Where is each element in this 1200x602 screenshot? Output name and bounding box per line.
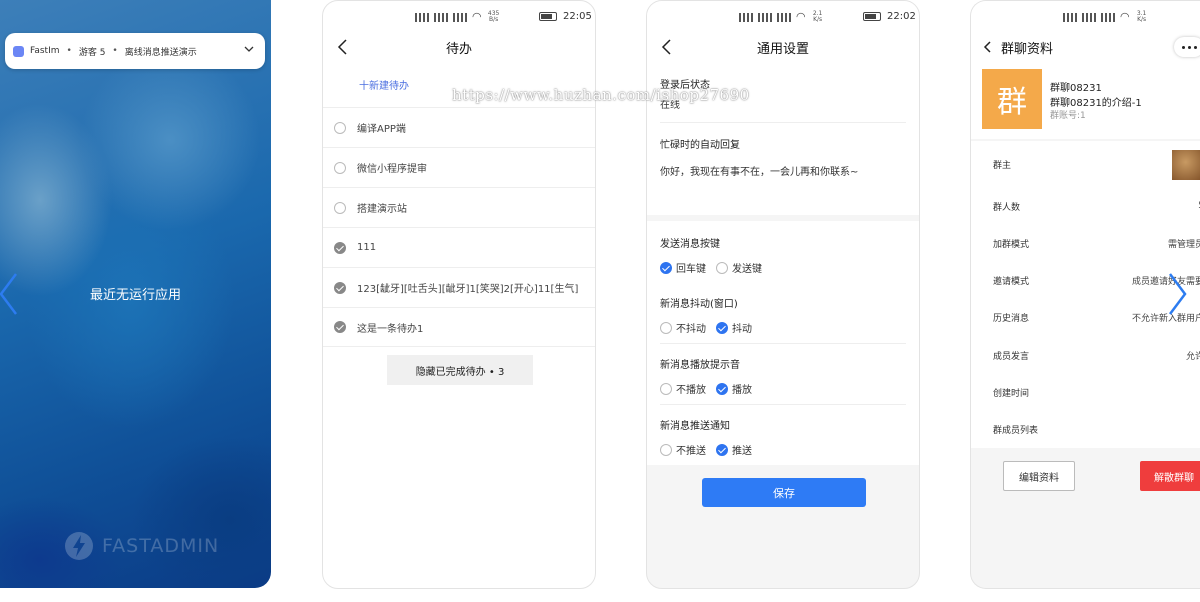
notification-message: 离线消息推送演示 bbox=[124, 47, 197, 58]
radio-unchecked-icon bbox=[660, 321, 672, 334]
radio-checked-icon bbox=[716, 443, 728, 456]
info-row-created-time[interactable]: 创建时间 bbox=[971, 377, 1200, 407]
fastadmin-logo: FASTADMIN bbox=[64, 531, 219, 561]
network-speed: 3.1 K/s bbox=[1136, 10, 1147, 23]
radio-no-shake[interactable]: 不抖动 bbox=[660, 320, 706, 335]
todo-item[interactable]: 编译APP端 bbox=[323, 107, 595, 147]
radio-unchecked-icon bbox=[716, 261, 728, 274]
signal-icon bbox=[1082, 12, 1096, 22]
dissolve-group-button[interactable]: 解散群聊 bbox=[1140, 461, 1200, 491]
group-info-screen: ◠ 3.1 K/s 群聊资料 群 群聊08231 群聊08231的介绍-1 群账… bbox=[970, 0, 1200, 589]
radio-sound[interactable]: 播放 bbox=[716, 381, 752, 396]
todo-item[interactable]: 微信小程序提审 bbox=[323, 147, 595, 187]
todo-item[interactable]: 111 bbox=[323, 227, 595, 267]
auto-reply-label: 忙碌时的自动回复 bbox=[660, 140, 740, 151]
radio-push[interactable]: 推送 bbox=[716, 442, 752, 457]
wifi-icon: ◠ bbox=[472, 10, 482, 23]
radio-no-push[interactable]: 不推送 bbox=[660, 442, 706, 457]
info-row-join-mode[interactable]: 加群模式需管理员 bbox=[971, 228, 1200, 258]
notification-app: FastIm bbox=[30, 46, 60, 56]
radio-enter-key[interactable]: 回车键 bbox=[660, 260, 706, 275]
page-title: 通用设置 bbox=[756, 42, 809, 57]
battery-icon bbox=[863, 12, 881, 21]
status-bar: ◠ 435 B/s 22:05 bbox=[323, 9, 595, 27]
signal-icon bbox=[777, 12, 791, 22]
status-bar: ◠ 3.1 K/s bbox=[971, 9, 1200, 27]
notification-user: 游客 5 bbox=[78, 47, 106, 58]
sound-setting: 新消息播放提示音 不播放 播放 bbox=[660, 360, 752, 396]
radio-checked-icon bbox=[716, 382, 728, 395]
bolt-icon bbox=[65, 532, 93, 560]
checkbox-icon[interactable] bbox=[334, 201, 346, 214]
radio-no-sound[interactable]: 不播放 bbox=[660, 381, 706, 396]
message-settings-card: 发送消息按键 回车键 发送键 新消息抖动(窗口) 不抖动 抖动 新消息播放提示音… bbox=[647, 221, 919, 465]
todo-item[interactable]: 123[龇牙][吐舌头][龇牙]1[笑哭]2[开心]11[生气] bbox=[323, 267, 595, 307]
info-row-member-speech[interactable]: 成员发言允许 bbox=[971, 340, 1200, 370]
back-arrow-icon[interactable] bbox=[977, 35, 997, 59]
chevron-down-icon[interactable] bbox=[243, 42, 255, 56]
status-time: 22:02 bbox=[887, 11, 916, 22]
signal-icon bbox=[758, 12, 772, 22]
info-row-member-count[interactable]: 群人数5 bbox=[971, 191, 1200, 221]
nav-bar: 群聊资料 bbox=[971, 31, 1200, 63]
info-row-owner[interactable]: 群主 bbox=[971, 149, 1200, 179]
checked-icon[interactable] bbox=[334, 241, 346, 254]
checkbox-icon[interactable] bbox=[334, 121, 346, 134]
carousel-next-arrow-icon[interactable] bbox=[1166, 272, 1188, 316]
todo-item[interactable]: 这是一条待办1 bbox=[323, 307, 595, 347]
network-speed: 435 B/s bbox=[487, 10, 500, 23]
more-options-icon[interactable] bbox=[1174, 37, 1200, 57]
owner-avatar[interactable] bbox=[1172, 150, 1200, 180]
wifi-icon: ◠ bbox=[1120, 10, 1130, 23]
push-setting: 新消息推送通知 不推送 推送 bbox=[660, 421, 752, 457]
radio-unchecked-icon bbox=[660, 443, 672, 456]
url-watermark: https://www.huzhan.com/ishop27690 bbox=[452, 86, 750, 104]
app-icon bbox=[13, 45, 24, 57]
page-title: 待办 bbox=[445, 42, 472, 57]
todo-list: 编译APP端 微信小程序提审 搭建演示站 111 123[龇牙][吐舌头][龇牙… bbox=[323, 107, 595, 347]
page-title: 群聊资料 bbox=[1001, 42, 1054, 57]
hide-completed-button[interactable]: 隐藏已完成待办 • 3 bbox=[387, 355, 533, 385]
radio-send-key[interactable]: 发送键 bbox=[716, 260, 762, 275]
checked-icon[interactable] bbox=[334, 281, 346, 294]
auto-reply-value[interactable]: 你好，我现在有事不在，一会儿再和你联系~ bbox=[660, 163, 906, 178]
checkbox-icon[interactable] bbox=[334, 161, 346, 174]
carousel-prev-arrow-icon[interactable] bbox=[0, 272, 20, 316]
group-id: 群账号:1 bbox=[1050, 111, 1086, 121]
checked-icon[interactable] bbox=[334, 321, 346, 333]
radio-checked-icon bbox=[716, 321, 728, 334]
new-todo-button[interactable]: 十新建待办 bbox=[359, 77, 409, 92]
group-name: 群聊08231 bbox=[1050, 83, 1102, 94]
signal-icon bbox=[453, 12, 467, 22]
signal-icon bbox=[1101, 12, 1115, 22]
push-notification[interactable]: FastIm • 游客 5 • 离线消息推送演示 bbox=[5, 33, 265, 69]
group-intro: 群聊08231的介绍-1 bbox=[1050, 98, 1142, 109]
info-row-member-list[interactable]: 群成员列表 bbox=[971, 414, 1200, 444]
radio-checked-icon bbox=[660, 261, 672, 274]
battery-icon bbox=[539, 12, 557, 21]
radio-unchecked-icon bbox=[660, 382, 672, 395]
status-time: 22:05 bbox=[563, 11, 592, 22]
edit-profile-button[interactable]: 编辑资料 bbox=[1003, 461, 1075, 491]
wifi-icon: ◠ bbox=[796, 10, 806, 23]
signal-icon bbox=[434, 12, 448, 22]
nav-bar: 通用设置 bbox=[647, 31, 919, 63]
nav-bar: 待办 bbox=[323, 31, 595, 63]
status-bar: ◠ 2.1 K/s 22:02 bbox=[647, 9, 919, 27]
shake-setting: 新消息抖动(窗口) 不抖动 抖动 bbox=[660, 299, 752, 335]
group-avatar[interactable]: 群 bbox=[982, 69, 1042, 129]
empty-recent-apps-text: 最近无运行应用 bbox=[89, 288, 181, 303]
save-button[interactable]: 保存 bbox=[702, 478, 866, 507]
todo-item[interactable]: 搭建演示站 bbox=[323, 187, 595, 227]
signal-icon bbox=[739, 12, 753, 22]
signal-icon bbox=[1063, 12, 1077, 22]
send-key-setting: 发送消息按键 回车键 发送键 bbox=[660, 239, 762, 275]
signal-icon bbox=[415, 12, 429, 22]
radio-shake[interactable]: 抖动 bbox=[716, 320, 752, 335]
network-speed: 2.1 K/s bbox=[812, 10, 823, 23]
recent-apps-screen: FastIm • 游客 5 • 离线消息推送演示 最近无运行应用 FASTADM… bbox=[0, 0, 271, 588]
